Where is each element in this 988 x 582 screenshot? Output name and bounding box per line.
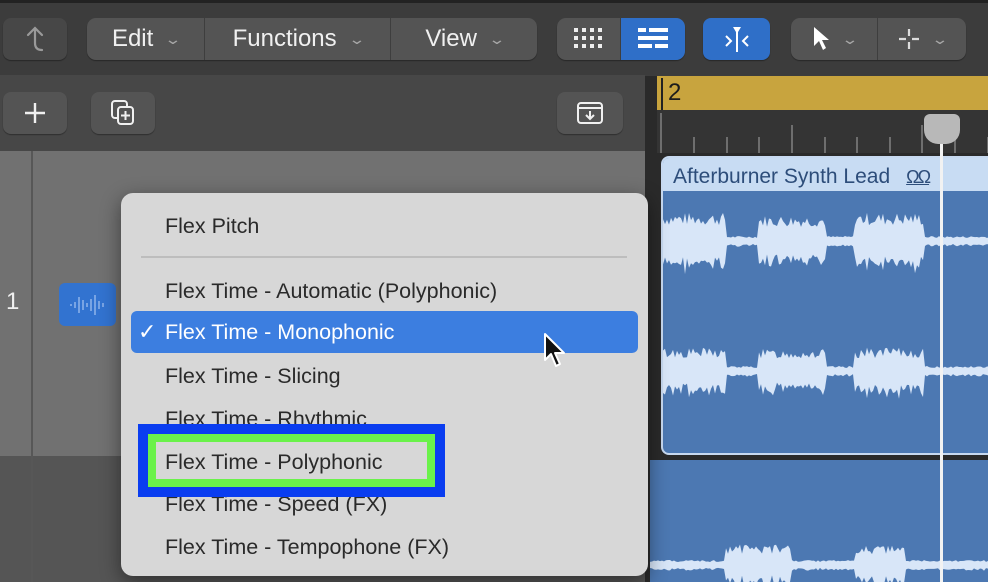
- menu-item-flex-time-tempophone[interactable]: Flex Time - Tempophone (FX): [131, 526, 638, 568]
- bar-marker: [661, 78, 663, 110]
- annotation-highlight-inner: [148, 434, 435, 487]
- duplicate-icon: [111, 100, 134, 125]
- menu-item-label: Flex Time - Monophonic: [165, 319, 395, 344]
- list-view-icon: [638, 28, 668, 48]
- chevron-down-icon: ⌄: [931, 30, 949, 47]
- menu-item-label: Flex Pitch: [165, 213, 260, 238]
- main-toolbar: Edit ⌄ Functions ⌄ View ⌄ ⌄ ⌄: [0, 0, 988, 75]
- region-name: Afterburner Synth Lead: [673, 165, 891, 188]
- loop-indicator-icon: ΩΩ: [906, 166, 931, 187]
- menu-item-label: Flex Time - Slicing: [165, 363, 341, 388]
- ruler-tick: [726, 137, 728, 153]
- secondary-tool-menu[interactable]: ⌄: [878, 18, 966, 60]
- edit-menu[interactable]: Edit ⌄: [87, 18, 205, 60]
- ruler-tick: [824, 137, 826, 153]
- menu-item-label: Flex Time - Tempophone (FX): [165, 534, 449, 559]
- track-icon-button[interactable]: [59, 283, 116, 326]
- catch-button[interactable]: [557, 92, 623, 134]
- arrange-area[interactable]: Afterburner Synth Lead ΩΩ: [645, 153, 988, 582]
- ruler-tick: [660, 113, 662, 153]
- menu-item-flex-pitch[interactable]: Flex Pitch: [131, 205, 638, 247]
- checkmark-icon: ✓: [138, 319, 157, 344]
- back-button[interactable]: [3, 18, 67, 60]
- flex-button[interactable]: [703, 18, 770, 60]
- ruler-tick: [856, 137, 858, 153]
- chevron-down-icon: ⌄: [164, 30, 182, 47]
- functions-menu[interactable]: Functions ⌄: [205, 18, 391, 60]
- ruler-tick: [791, 125, 793, 153]
- chevron-down-icon: ⌄: [487, 30, 506, 47]
- flex-icon: [724, 27, 749, 52]
- waveform-track-2: [650, 544, 988, 582]
- list-view-button[interactable]: [621, 18, 685, 60]
- audio-region[interactable]: Afterburner Synth Lead ΩΩ: [661, 156, 988, 455]
- ruler-tick: [889, 137, 891, 153]
- edit-functions-view-menus: Edit ⌄ Functions ⌄ View ⌄: [87, 18, 537, 60]
- flex-mode-menu: Flex Pitch Flex Time - Automatic (Polyph…: [121, 193, 648, 576]
- view-menu[interactable]: View ⌄: [391, 18, 537, 60]
- back-arrow-icon: [26, 26, 44, 52]
- playhead-line[interactable]: [940, 124, 943, 582]
- chevron-down-icon: ⌄: [347, 30, 366, 47]
- crosshair-tool-icon: [899, 29, 920, 49]
- add-track-button[interactable]: [3, 92, 67, 134]
- track-number-column: [0, 151, 33, 582]
- grid-view-icon: [573, 28, 602, 48]
- audio-waveform-icon: [69, 294, 104, 315]
- plus-icon: [25, 103, 45, 123]
- chevron-down-icon: ⌄: [841, 30, 859, 47]
- bar-ruler[interactable]: 2: [645, 76, 988, 110]
- view-mode-toggle: [557, 18, 685, 60]
- playhead-handle[interactable]: [924, 114, 960, 144]
- bar-number: 2: [668, 79, 682, 106]
- audio-region-track-2[interactable]: [650, 460, 988, 582]
- menu-item-flex-time-automatic[interactable]: Flex Time - Automatic (Polyphonic): [131, 270, 638, 312]
- menu-separator: [141, 256, 627, 258]
- mouse-cursor-icon: [544, 333, 565, 367]
- pointer-tool-icon: [814, 27, 830, 50]
- edit-menu-label: Edit: [111, 25, 154, 52]
- logic-pro-window: Edit ⌄ Functions ⌄ View ⌄ ⌄ ⌄ 2 1 Afterb…: [0, 0, 988, 582]
- track-header-toolbar: [0, 75, 645, 151]
- duplicate-track-button[interactable]: [91, 92, 155, 134]
- functions-menu-label: Functions: [232, 25, 337, 52]
- view-menu-label: View: [425, 25, 477, 52]
- grid-view-button[interactable]: [557, 18, 621, 60]
- pointer-tool-menu[interactable]: ⌄: [791, 18, 878, 60]
- waveform-channel: [650, 544, 988, 582]
- menu-item-label: Flex Time - Automatic (Polyphonic): [165, 278, 498, 303]
- ruler-tick: [921, 125, 923, 153]
- ruler-tick: [693, 137, 695, 153]
- tool-selectors: ⌄ ⌄: [791, 18, 966, 60]
- track-number: 1: [6, 288, 20, 315]
- download-tray-icon: [577, 102, 603, 124]
- ruler-tick: [758, 137, 760, 153]
